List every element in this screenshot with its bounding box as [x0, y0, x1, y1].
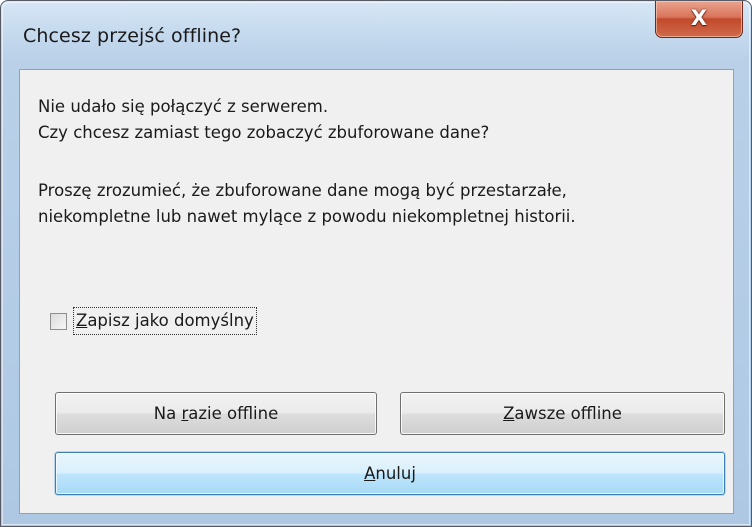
close-icon: X	[690, 6, 708, 30]
message-line: Nie udało się połączyć z serwerem.	[38, 97, 329, 116]
mnemonic-letter: A	[364, 464, 376, 483]
message-line: Proszę zrozumieć, że zbuforowane dane mo…	[38, 181, 567, 200]
message-line: Czy chcesz zamiast tego zobaczyć zbuforo…	[38, 123, 490, 142]
title-bar[interactable]: Chcesz przejść offline? X	[1, 1, 751, 69]
warning-message: Proszę zrozumieć, że zbuforowane dane mo…	[38, 178, 576, 230]
save-default-checkbox[interactable]	[50, 313, 67, 330]
label-text: apisz jako domyślny	[87, 311, 254, 330]
dialog-window: Chcesz przejść offline? X Nie udało się …	[0, 0, 752, 527]
dialog-content: Nie udało się połączyć z serwerem. Czy c…	[19, 69, 734, 514]
always-offline-button[interactable]: Zawsze offline	[400, 392, 725, 435]
offline-for-now-button[interactable]: Na razie offline	[55, 392, 377, 435]
button-text: awsze offline	[514, 404, 622, 423]
window-title: Chcesz przejść offline?	[23, 25, 242, 47]
button-text: azie offline	[188, 404, 279, 423]
mnemonic-letter: Z	[76, 311, 88, 330]
error-message: Nie udało się połączyć z serwerem. Czy c…	[38, 94, 489, 146]
mnemonic-letter: Z	[503, 404, 515, 423]
message-line: niekompletne lub nawet mylące z powodu n…	[38, 207, 576, 226]
close-button[interactable]: X	[655, 1, 743, 38]
save-default-label[interactable]: Zapisz jako domyślny	[73, 307, 257, 335]
cancel-button[interactable]: Anuluj	[55, 452, 725, 495]
button-text: Na	[153, 404, 182, 423]
button-text: nuluj	[375, 464, 416, 483]
